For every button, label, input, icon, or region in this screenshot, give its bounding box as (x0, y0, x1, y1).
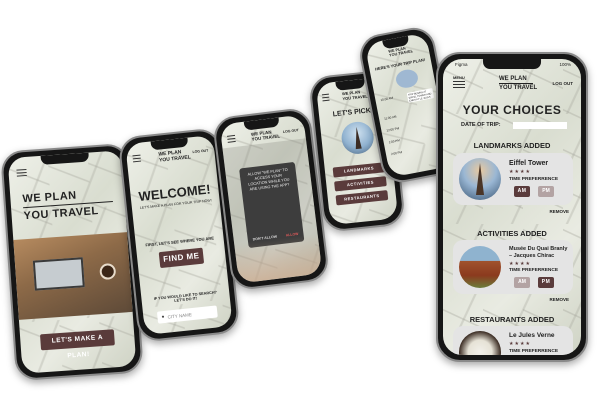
eiffel-photo (459, 158, 501, 200)
logout-link[interactable]: LOG OUT (283, 128, 299, 134)
time-slot: 11:00 AM (383, 107, 437, 121)
make-plan-button[interactable]: LET'S MAKE A PLAN! (39, 329, 115, 360)
landmarks-button[interactable]: LANDMARKS (332, 162, 386, 178)
menu-button[interactable] (226, 134, 236, 143)
time-pref-label: TIME PREFERRENCE (509, 349, 559, 354)
tower-shape (476, 163, 484, 195)
permission-dialog: ALLOW "WE PLAN" TO ACCESS YOUR LOCATION … (239, 161, 305, 249)
museum-photo (459, 246, 501, 288)
logo: WE PLAN YOU TRAVEL (158, 148, 191, 163)
pm-toggle[interactable]: PM (538, 186, 554, 197)
logo: WE PLAN YOU TRAVEL (251, 128, 281, 141)
activities-button[interactable]: ACTIVITIES (334, 176, 387, 192)
choice-card-museum: Musée Du Quai Branly – Jacques Chirac ★★… (453, 240, 573, 294)
item-name: Musée Du Quai Branly – Jacques Chirac (509, 246, 568, 259)
find-me-label: FIND ME (162, 251, 200, 264)
rating-stars: ★★★★ (509, 261, 531, 267)
phone-mockup-your-choices: Figma 100% MENU WE PLAN YOU TRAVEL LOG O… (436, 52, 588, 362)
menu-button[interactable] (321, 93, 330, 102)
time-label: 11:00 AM (383, 114, 397, 121)
map-thumbnail (394, 67, 420, 90)
section-heading-activities: ACTIVITIES ADDED (477, 229, 547, 238)
time-label: 2:00 PM (390, 150, 403, 157)
logout-link[interactable]: LOG OUT (553, 81, 574, 86)
dialog-text: ALLOW "WE PLAN" TO ACCESS YOUR LOCATION … (247, 167, 290, 192)
date-label: DATE OF TRIP: (461, 122, 501, 128)
menu-label: MENU (453, 75, 465, 80)
logo: WE PLAN YOU TRAVEL (22, 186, 124, 222)
menu-button[interactable] (16, 168, 27, 177)
screen-your-choices: Figma 100% MENU WE PLAN YOU TRAVEL LOG O… (443, 59, 581, 355)
search-icon: ● (161, 313, 165, 321)
timeline: 10:00 AM TRIP BEGINS AT EIFFEL TOWER AND… (380, 88, 443, 156)
restaurants-button[interactable]: RESTAURANTS (335, 190, 389, 206)
find-me-button[interactable]: FIND ME (158, 247, 205, 269)
time-slot: 1:00 PM (388, 130, 441, 144)
time-slot: 12:00 PM (386, 118, 439, 132)
rating-stars: ★★★★ (509, 341, 531, 347)
rating-stars: ★★★★ (509, 169, 531, 175)
remove-link[interactable]: REMOVE (549, 297, 569, 302)
eiffel-tower-photo (340, 120, 376, 156)
am-toggle[interactable]: AM (514, 277, 530, 288)
time-pref-label: TIME PREFERRENCE (509, 177, 559, 182)
hero-image (13, 232, 133, 320)
city-search-input[interactable]: ● CITY NAME (156, 305, 218, 324)
phone-notch (40, 152, 89, 165)
logout-link[interactable]: LOG OUT (192, 148, 208, 154)
location-prompt: FIRST, LET'S SEE WHERE YOU ARE (145, 235, 215, 248)
laptop-image (32, 257, 85, 291)
logo-line1: WE PLAN (22, 189, 78, 206)
choice-card-eiffel: Eiffel Tower ★★★★ TIME PREFERRENCE AM PM (453, 153, 573, 205)
city-placeholder: CITY NAME (167, 311, 193, 320)
phone-notch (483, 59, 541, 69)
section-heading-landmarks: LANDMARKS ADDED (473, 141, 551, 150)
restaurant-photo (459, 331, 501, 355)
date-input[interactable] (513, 122, 567, 129)
stop-block: TRIP BEGINS AT EIFFEL TOWER AND ENDS AT … (406, 88, 435, 103)
am-toggle[interactable]: AM (514, 186, 530, 197)
battery-label: 100% (559, 62, 571, 67)
page-title: HERE'S YOUR TRIP PLAN! (374, 56, 426, 72)
coffee-cup-image (99, 262, 117, 281)
logo: WE PLAN YOU TRAVEL (499, 76, 537, 91)
logo-line2: YOU TRAVEL (499, 85, 538, 91)
page-title: YOUR CHOICES (462, 103, 562, 117)
time-label: 10:00 AM (380, 95, 394, 103)
time-pref-label: TIME PREFERRENCE (509, 268, 559, 273)
time-label: 1:00 PM (388, 138, 401, 145)
choice-card-restaurant: Le Jules Verne ★★★★ TIME PREFERRENCE (453, 326, 573, 355)
time-slot: 10:00 AM TRIP BEGINS AT EIFFEL TOWER AND… (380, 88, 435, 108)
logo-line1: WE PLAN (499, 76, 527, 82)
tower-shape (353, 126, 362, 150)
item-name: Le Jules Verne (509, 332, 555, 339)
logo: WE PLAN YOU TRAVEL (342, 89, 368, 101)
carrier-label: Figma (455, 62, 468, 67)
pm-toggle[interactable]: PM (538, 277, 554, 288)
screen-location-permission: WE PLAN YOU TRAVEL LOG OUT ALLOW "WE PLA… (219, 114, 323, 284)
remove-link[interactable]: REMOVE (549, 209, 569, 214)
phone-mockup-location-permission: WE PLAN YOU TRAVEL LOG OUT ALLOW "WE PLA… (211, 106, 331, 292)
item-name: Eiffel Tower (509, 160, 549, 167)
menu-button[interactable]: MENU (453, 75, 467, 88)
screen-home: WE PLAN YOU TRAVEL LET'S MAKE A PLAN! (7, 150, 137, 374)
time-label: 12:00 PM (386, 126, 400, 133)
menu-button[interactable] (132, 154, 142, 163)
search-prompt: IF YOU WOULD LIKE TO SEARCH? LET'S DO IT… (153, 290, 218, 303)
section-heading-restaurants: RESTAURANTS ADDED (469, 315, 555, 324)
